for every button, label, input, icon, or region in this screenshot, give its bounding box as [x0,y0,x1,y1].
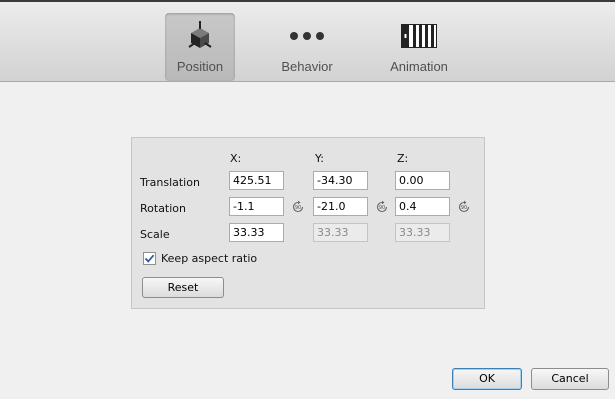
toolbar: Position Behavior Animation [0,2,615,82]
column-y-label: Y: [315,152,324,165]
checkmark-icon [144,254,155,263]
rotation-x-field[interactable]: -1.1 [229,197,284,216]
tab-position[interactable]: Position [165,13,235,81]
scale-x-field[interactable]: 33.33 [229,223,284,242]
column-z-label: Z: [397,152,409,165]
translation-x-field[interactable]: 425.51 [229,171,284,190]
svg-text:90: 90 [295,205,301,211]
tab-position-label: Position [176,59,224,74]
tab-animation[interactable]: Animation [376,13,462,81]
cancel-button[interactable]: Cancel [531,368,609,390]
position-dialog: Position Behavior Animation X: Y: Z: Tra… [0,0,615,399]
translation-z-field[interactable]: 0.00 [395,171,450,190]
behavior-icon [266,19,348,53]
svg-text:90: 90 [461,205,467,211]
scale-y-field: 33.33 [313,223,368,242]
rotate-90-z-icon[interactable]: 90 [457,200,471,214]
scale-label: Scale [140,228,170,241]
tab-animation-label: Animation [390,59,448,74]
tab-behavior-label: Behavior [281,59,333,74]
rotate-90-x-icon[interactable]: 90 [291,200,305,214]
rotation-y-field[interactable]: -21.0 [313,197,368,216]
animation-icon [376,19,462,53]
reset-button[interactable]: Reset [142,277,224,298]
position-icon [165,19,235,53]
translation-label: Translation [140,176,200,189]
svg-text:90: 90 [379,205,385,211]
tab-behavior[interactable]: Behavior [266,13,348,81]
translation-y-field[interactable]: -34.30 [313,171,368,190]
transform-group: X: Y: Z: Translation 425.51 -34.30 0.00 … [131,137,485,309]
rotate-90-y-icon[interactable]: 90 [375,200,389,214]
ok-button[interactable]: OK [452,368,522,390]
keep-aspect-checkbox[interactable] [143,252,156,265]
keep-aspect-label[interactable]: Keep aspect ratio [161,252,257,265]
column-x-label: X: [230,152,242,165]
rotation-label: Rotation [140,202,187,215]
rotation-z-field[interactable]: 0.4 [395,197,450,216]
scale-z-field: 33.33 [395,223,450,242]
